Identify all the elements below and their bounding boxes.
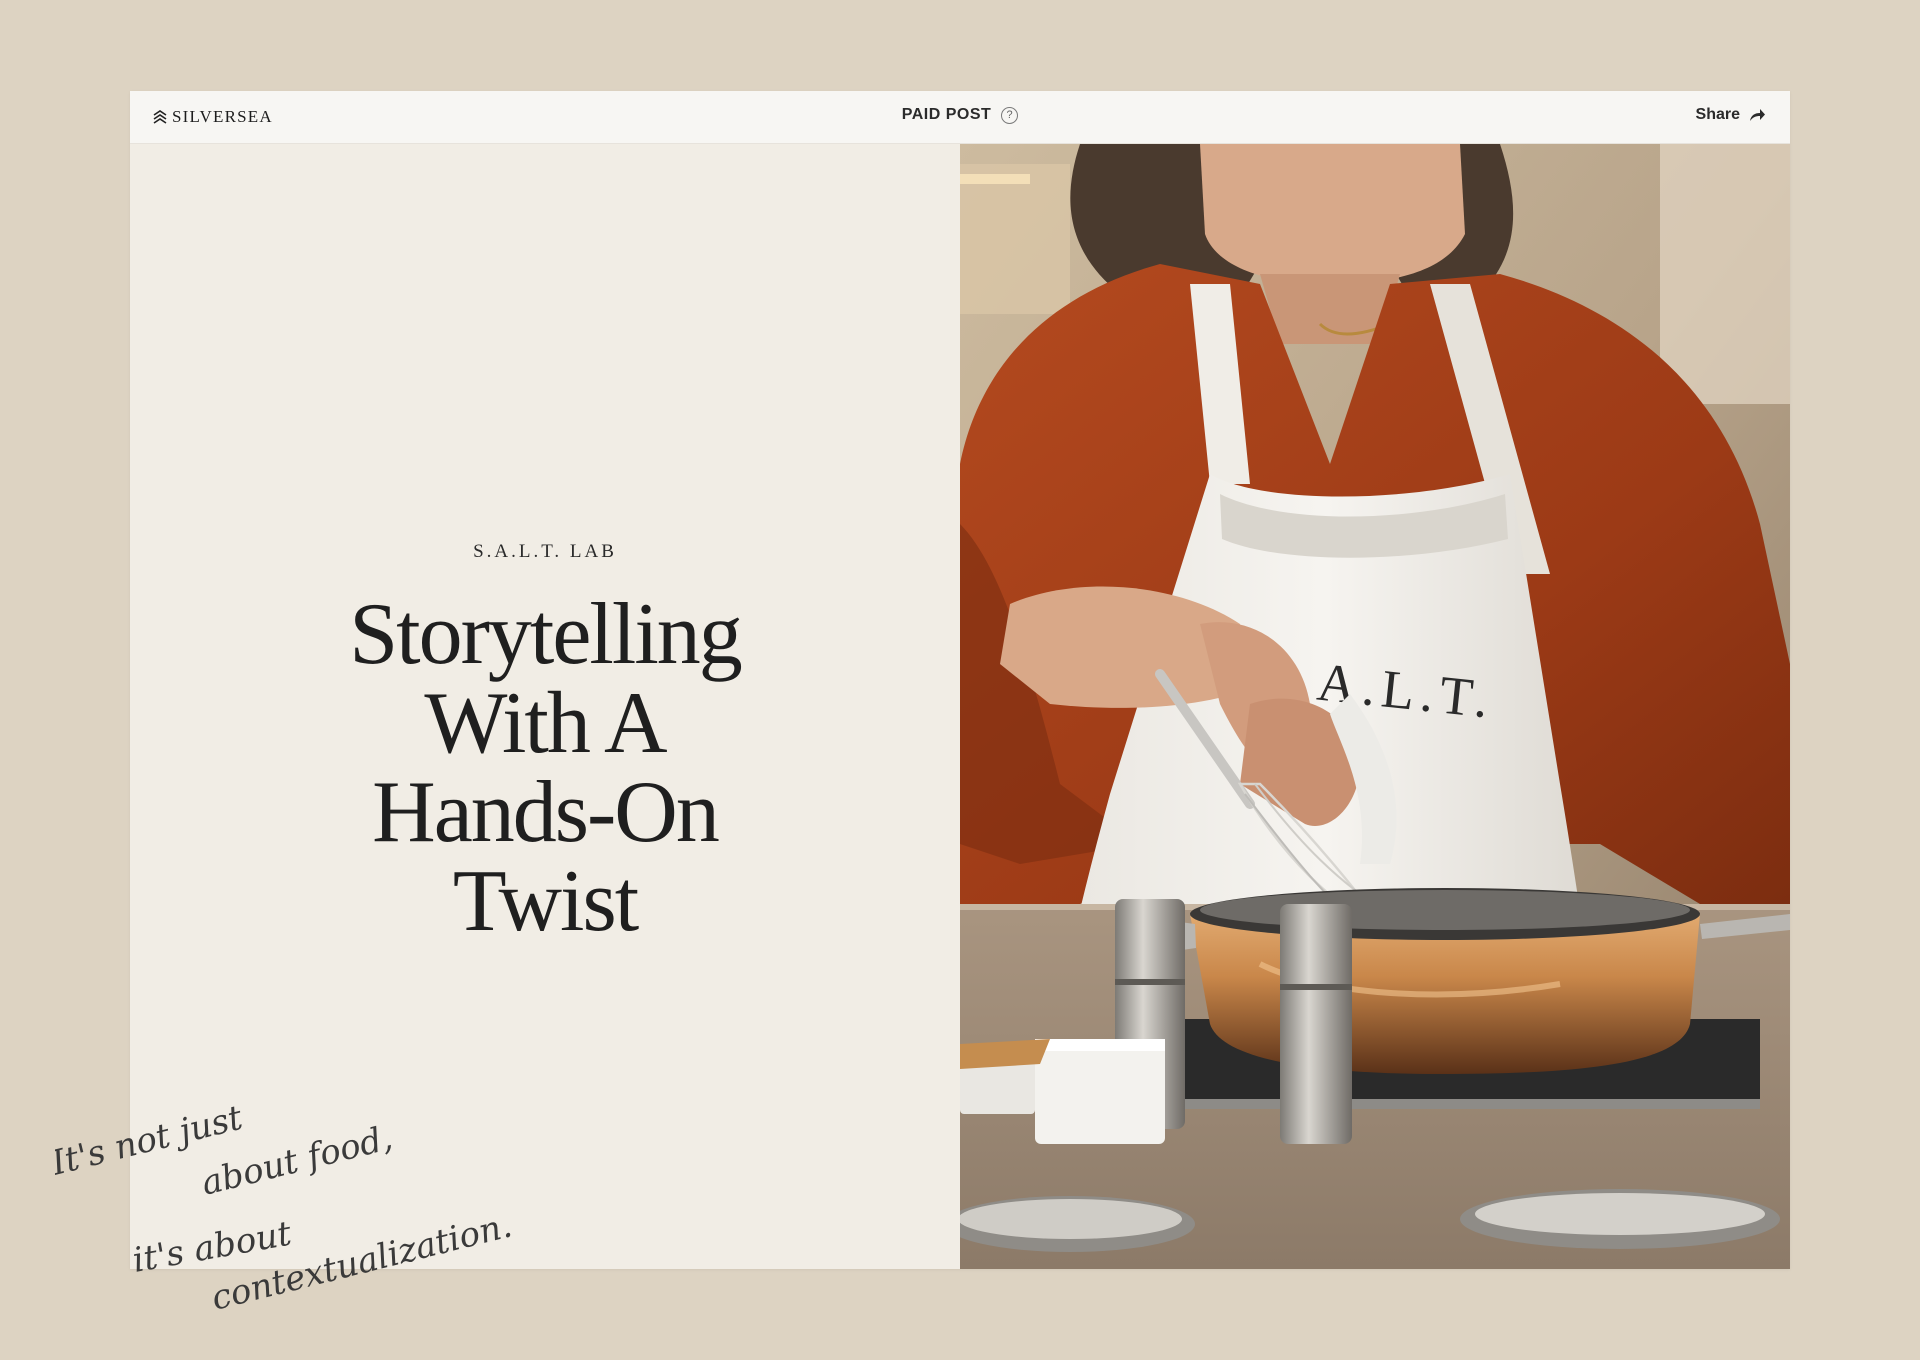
chef-photo: S.A.L.T. xyxy=(960,144,1790,1269)
chef-cooking-illustration: S.A.L.T. xyxy=(960,144,1790,1269)
headline-line: Twist xyxy=(452,853,639,950)
section-eyebrow: S.A.L.T. LAB xyxy=(473,541,617,562)
headline-line: Hands-On xyxy=(372,764,720,861)
share-label: Share xyxy=(1695,106,1740,123)
question-circle-icon[interactable]: ? xyxy=(1001,106,1019,124)
top-bar: SILVERSEA PAID POST ? Share xyxy=(130,91,1790,144)
paid-post-text: PAID POST xyxy=(901,106,992,123)
share-button[interactable]: Share xyxy=(1696,106,1766,124)
paid-post-label: PAID POST ? xyxy=(130,106,1790,124)
headline: Storytelling With A Hands-On Twist xyxy=(130,590,960,946)
headline-line: With A xyxy=(424,675,667,772)
share-arrow-icon xyxy=(1750,109,1765,121)
paid-post-card: SILVERSEA PAID POST ? Share S.A.L.T. LAB… xyxy=(130,91,1790,1269)
headline-line: Storytelling xyxy=(349,586,743,683)
text-panel: S.A.L.T. LAB Storytelling With A Hands-O… xyxy=(130,144,960,1269)
salt-grinder xyxy=(1280,904,1352,1144)
